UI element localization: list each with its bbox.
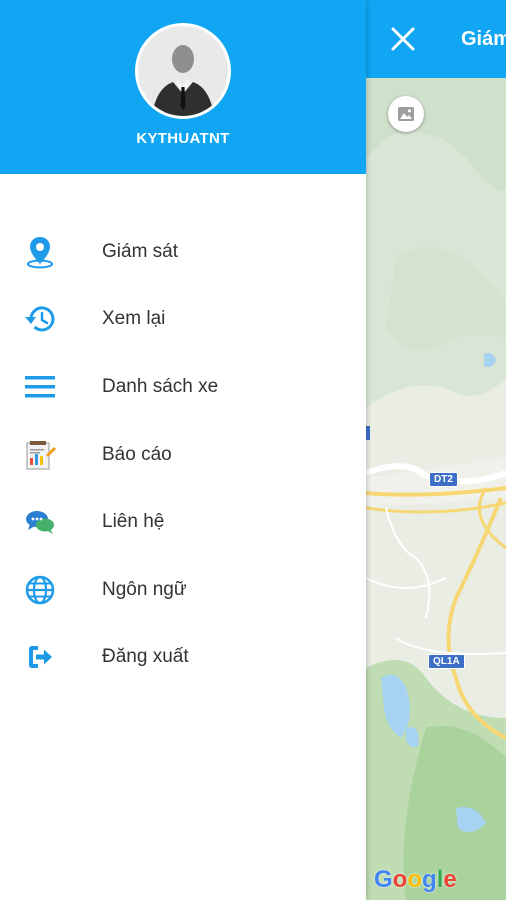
list-menu-icon [23, 370, 57, 404]
map-canvas[interactable] [366, 78, 506, 900]
menu-item-label: Giám sát [102, 240, 179, 262]
route-label-dt2: DT2 [429, 472, 458, 487]
menu-item-monitor[interactable]: Giám sát [0, 218, 366, 286]
map-toolbar: Giám [366, 0, 506, 78]
menu-item-label: Xem lại [102, 308, 166, 330]
globe-icon [23, 573, 57, 607]
menu-item-vehicle-list[interactable]: Danh sách xe [0, 353, 366, 421]
menu-item-label: Đăng xuất [102, 646, 189, 668]
avatar[interactable] [135, 23, 231, 119]
map-page-title: Giám [461, 28, 506, 50]
menu-item-report[interactable]: Báo cáo [0, 421, 366, 489]
menu-item-label: Ngôn ngữ [102, 578, 187, 600]
report-icon [23, 438, 57, 472]
close-icon[interactable] [388, 24, 418, 54]
location-pin-icon [23, 235, 57, 269]
route-label-ql1a: QL1A [428, 654, 465, 669]
menu-item-replay[interactable]: Xem lại [0, 286, 366, 354]
menu-item-language[interactable]: Ngôn ngữ [0, 556, 366, 624]
navigation-drawer: KYTHUATNT Giám sát Xem lại Danh sách xe … [0, 0, 366, 900]
menu-item-label: Danh sách xe [102, 375, 219, 397]
history-icon [23, 302, 57, 336]
menu-item-logout[interactable]: Đăng xuất [0, 624, 366, 692]
username: KYTHUATNT [136, 130, 230, 147]
logout-icon [23, 640, 57, 674]
menu-item-label: Liên hệ [102, 511, 165, 533]
drawer-header: KYTHUATNT [0, 0, 366, 174]
photo-icon[interactable] [388, 96, 424, 132]
menu-item-label: Báo cáo [102, 443, 172, 465]
map-area[interactable]: Giám DT2 QL1A Google [366, 0, 506, 900]
menu-item-contact[interactable]: Liên hệ [0, 488, 366, 556]
chat-bubbles-icon [23, 505, 57, 539]
google-logo: Google [374, 866, 457, 893]
drawer-menu: Giám sát Xem lại Danh sách xe Báo cáo Li… [0, 218, 366, 691]
